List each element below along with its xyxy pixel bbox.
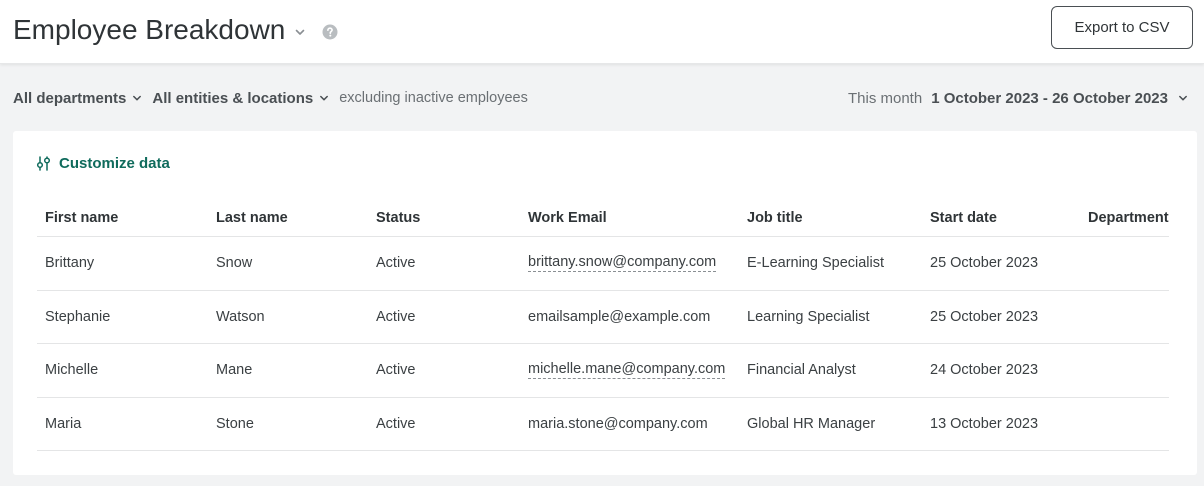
cell-start-date: 13 October 2023 <box>930 415 1039 432</box>
table-row[interactable]: Stephanie Watson Active emailsample@exam… <box>37 291 1169 344</box>
table-row[interactable]: Maria Stone Active maria.stone@company.c… <box>37 398 1169 451</box>
table-row[interactable]: Brittany Snow Active brittany.snow@compa… <box>37 237 1169 291</box>
cell-work-email: emailsample@example.com <box>528 308 711 325</box>
column-header-department[interactable]: Department <box>1088 199 1169 236</box>
employee-table: First name Last name Status Work Email J… <box>37 199 1169 451</box>
chevron-down-icon <box>1179 95 1187 101</box>
email-link[interactable]: brittany.snow@company.com <box>528 254 717 273</box>
sliders-icon <box>36 156 51 171</box>
cell-last-name: Snow <box>216 255 253 272</box>
chevron-down-icon[interactable] <box>294 26 306 38</box>
cell-last-name: Watson <box>216 308 265 325</box>
date-range-label: This month <box>848 89 923 107</box>
column-header-status[interactable]: Status <box>376 199 420 236</box>
departments-filter-label: All departments <box>13 89 127 107</box>
departments-filter[interactable]: All departments <box>13 90 142 107</box>
cell-work-email: maria.stone@company.com <box>528 415 708 432</box>
table-row[interactable]: Michelle Mane Active michelle.mane@compa… <box>37 344 1169 398</box>
chevron-down-icon <box>320 95 329 101</box>
cell-job-title: E-Learning Specialist <box>747 255 885 272</box>
cell-work-email: michelle.mane@company.com <box>528 344 726 397</box>
chevron-down-icon <box>133 95 142 101</box>
cell-start-date: 25 October 2023 <box>930 308 1039 325</box>
date-range-selector[interactable]: This month 1 October 2023 - 26 October 2… <box>848 88 1188 108</box>
cell-job-title: Financial Analyst <box>747 362 856 379</box>
cell-last-name: Stone <box>216 415 254 432</box>
entities-filter[interactable]: All entities & locations <box>152 90 329 107</box>
table-header-row: First name Last name Status Work Email J… <box>37 199 1169 237</box>
cell-status: Active <box>376 362 416 379</box>
cell-first-name: Michelle <box>45 362 99 379</box>
filter-bar: All departments All entities & locations… <box>13 88 528 108</box>
cell-first-name: Brittany <box>45 255 95 272</box>
cell-status: Active <box>376 308 416 325</box>
entities-filter-label: All entities & locations <box>152 89 314 107</box>
column-header-work-email[interactable]: Work Email <box>528 199 607 236</box>
cell-job-title: Learning Specialist <box>747 308 870 325</box>
cell-first-name: Stephanie <box>45 308 111 325</box>
cell-first-name: Maria <box>45 415 82 432</box>
customize-data-label: Customize data <box>59 155 170 172</box>
column-header-last-name[interactable]: Last name <box>216 199 288 236</box>
cell-status: Active <box>376 255 416 272</box>
cell-job-title: Global HR Manager <box>747 415 876 432</box>
title-wrap: Employee Breakdown <box>13 11 338 49</box>
filter-note: excluding inactive employees <box>339 90 528 106</box>
report-card: Customize data First name Last name Stat… <box>13 131 1197 475</box>
page-title[interactable]: Employee Breakdown <box>13 14 285 46</box>
page-header: Employee Breakdown Export to CSV <box>0 0 1204 64</box>
export-csv-button[interactable]: Export to CSV <box>1051 6 1193 49</box>
cell-work-email: brittany.snow@company.com <box>528 237 717 290</box>
cell-last-name: Mane <box>216 362 253 379</box>
column-header-job-title[interactable]: Job title <box>747 199 803 236</box>
cell-status: Active <box>376 415 416 432</box>
cell-start-date: 24 October 2023 <box>930 362 1039 379</box>
date-range-value: 1 October 2023 - 26 October 2023 <box>931 89 1168 107</box>
customize-data-button[interactable]: Customize data <box>36 155 170 172</box>
help-icon[interactable] <box>322 24 338 40</box>
cell-start-date: 25 October 2023 <box>930 255 1039 272</box>
email-link[interactable]: michelle.mane@company.com <box>528 361 726 380</box>
column-header-first-name[interactable]: First name <box>45 199 118 236</box>
column-header-start-date[interactable]: Start date <box>930 199 997 236</box>
